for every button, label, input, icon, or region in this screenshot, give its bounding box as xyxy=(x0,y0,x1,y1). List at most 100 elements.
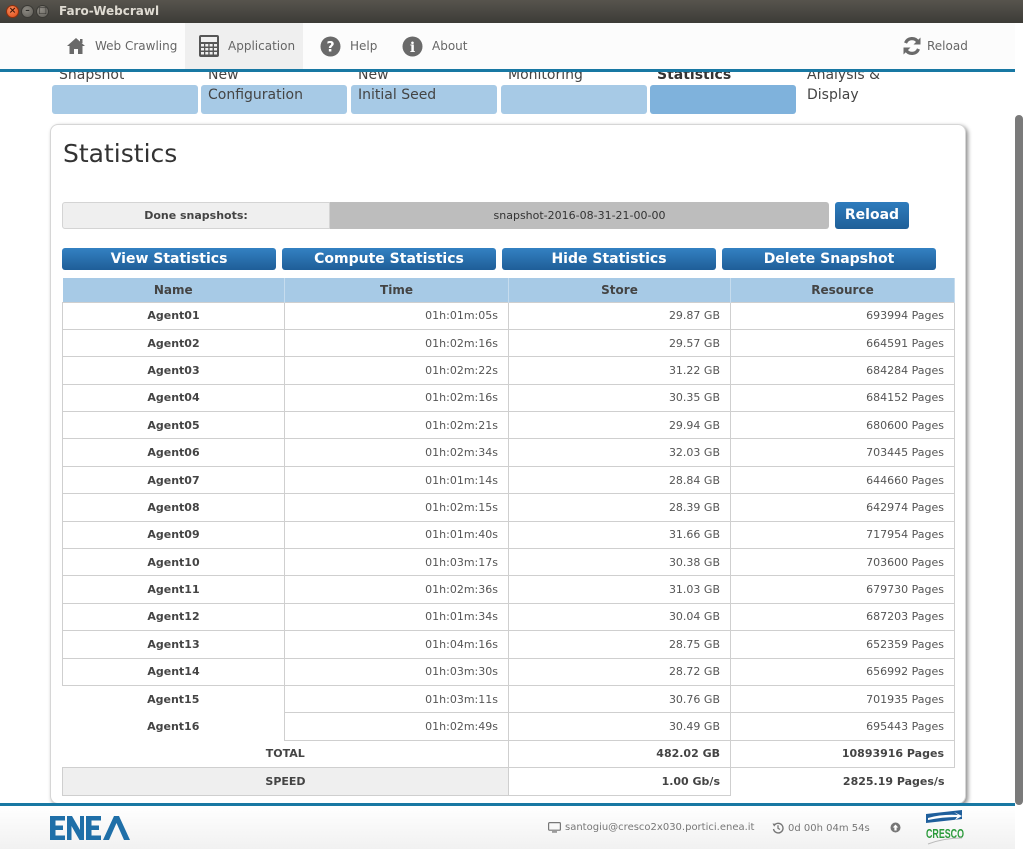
agent-name-cell: Agent01 xyxy=(62,301,285,330)
uptime-info: 0d 00h 04m 54s xyxy=(772,822,870,834)
monitor-icon xyxy=(548,822,561,833)
store-cell: 29.57 GB xyxy=(508,328,731,358)
resource-cell: 642974 Pages xyxy=(730,493,955,522)
agent-name-cell: Agent05 xyxy=(62,411,285,440)
agent-name-cell: Agent09 xyxy=(62,520,285,550)
table-row: Agent15 01h:03m:11s 30.76 GB 701935 Pages xyxy=(62,684,955,714)
top-nav: Web Crawling Application ? Help i About … xyxy=(0,23,1015,69)
agent-name-cell: Agent02 xyxy=(62,328,285,358)
snapshot-selector: Done snapshots: snapshot-2016-08-31-21-0… xyxy=(62,202,829,229)
step-tab-snapshot[interactable]: Snapshot xyxy=(52,72,198,114)
nav-web-crawling[interactable]: Web Crawling xyxy=(66,23,177,69)
resource-cell: 679730 Pages xyxy=(730,575,955,604)
delete-snapshot-button[interactable]: Delete Snapshot xyxy=(722,248,936,270)
nav-label: Reload xyxy=(927,39,968,53)
nav-application[interactable]: Application xyxy=(185,23,303,69)
page-scrollbar[interactable] xyxy=(1015,115,1023,805)
scroll-top-button[interactable] xyxy=(890,822,905,833)
speed-row: SPEED 1.00 Gb/s 2825.19 Pages/s xyxy=(62,767,955,796)
total-row: TOTAL 482.02 GB 10893916 Pages xyxy=(63,739,955,769)
time-cell: 01h:01m:14s xyxy=(284,465,509,495)
time-cell: 01h:02m:16s xyxy=(284,383,509,413)
nav-label: Help xyxy=(350,39,378,53)
table-header-row: Name Time Store Resource xyxy=(62,278,955,302)
nav-label: Application xyxy=(228,39,296,53)
nav-about[interactable]: i About xyxy=(402,23,467,69)
step-tab-analysis-display[interactable]: Analysis & Display xyxy=(800,72,946,114)
agent-name-cell: Agent04 xyxy=(62,383,285,413)
step-tab-statistics[interactable]: Statistics xyxy=(650,72,796,114)
speed-resource: 2825.19 Pages/s xyxy=(842,775,945,789)
time-cell: 01h:01m:34s xyxy=(284,602,509,632)
snapshot-label: Done snapshots: xyxy=(62,202,330,229)
calculator-icon xyxy=(199,35,219,57)
resource-cell: 684152 Pages xyxy=(730,383,955,413)
nav-label: About xyxy=(432,39,468,53)
agent-name-cell: Agent12 xyxy=(62,602,285,632)
enea-logo xyxy=(50,816,130,844)
agent-name-cell: Agent14 xyxy=(62,657,285,686)
window-maximize-button[interactable]: □ xyxy=(36,5,49,18)
nav-reload[interactable]: Reload xyxy=(902,23,968,69)
agent-name-cell: Agent08 xyxy=(62,493,285,522)
time-cell: 01h:02m:15s xyxy=(284,493,509,522)
page-title: Statistics xyxy=(63,139,178,168)
column-header-time: Time xyxy=(284,278,509,302)
question-circle-icon: ? xyxy=(320,36,341,57)
step-tab-new-configuration[interactable]: New Configuration xyxy=(201,72,347,114)
table-row: Agent02 01h:02m:16s 29.57 GB 664591 Pages xyxy=(62,328,955,358)
resource-cell: 656992 Pages xyxy=(730,657,955,686)
resource-cell: 717954 Pages xyxy=(730,520,955,550)
agent-name-cell: Agent10 xyxy=(62,548,285,577)
store-cell: 31.03 GB xyxy=(508,575,731,604)
store-cell: 30.76 GB xyxy=(508,684,731,714)
svg-text:CRESCO: CRESCO xyxy=(926,826,964,841)
window-minimize-button[interactable]: – xyxy=(21,5,34,18)
resource-cell: 695443 Pages xyxy=(730,712,955,741)
resource-cell: 701935 Pages xyxy=(730,684,955,714)
table-row: Agent11 01h:02m:36s 31.03 GB 679730 Pages xyxy=(62,575,955,604)
window-close-button[interactable]: × xyxy=(6,5,19,18)
table-row: Agent03 01h:02m:22s 31.22 GB 684284 Pages xyxy=(62,356,955,385)
view-statistics-button[interactable]: View Statistics xyxy=(62,248,276,270)
agent-name-cell: Agent15 xyxy=(62,685,285,713)
store-cell: 28.75 GB xyxy=(508,630,731,659)
speed-label: SPEED xyxy=(62,767,509,796)
agent-name-cell: Agent07 xyxy=(62,465,285,495)
table-row: Agent04 01h:02m:16s 30.35 GB 684152 Pages xyxy=(62,383,955,413)
store-cell: 30.49 GB xyxy=(508,712,731,741)
statistics-panel: Statistics Done snapshots: snapshot-2016… xyxy=(50,124,966,804)
resource-cell: 664591 Pages xyxy=(730,328,955,358)
arrow-up-circle-icon xyxy=(890,822,901,833)
time-cell: 01h:02m:22s xyxy=(284,356,509,385)
resource-cell: 703445 Pages xyxy=(730,438,955,467)
store-cell: 30.35 GB xyxy=(508,383,731,413)
compute-statistics-button[interactable]: Compute Statistics xyxy=(282,248,496,270)
window-titlebar: × – □ Faro-Webcrawl xyxy=(0,0,1023,23)
store-cell: 32.03 GB xyxy=(508,438,731,467)
time-cell: 01h:02m:34s xyxy=(284,438,509,467)
agent-name-cell: Agent03 xyxy=(62,356,285,385)
column-header-store: Store xyxy=(508,278,731,302)
table-row: Agent08 01h:02m:15s 28.39 GB 642974 Pages xyxy=(62,493,955,522)
store-cell: 30.38 GB xyxy=(508,548,731,577)
resource-cell: 687203 Pages xyxy=(730,602,955,632)
time-cell: 01h:02m:49s xyxy=(284,712,509,741)
resource-cell: 652359 Pages xyxy=(730,630,955,659)
step-tab-monitoring[interactable]: Monitoring xyxy=(501,72,647,114)
nav-label: Web Crawling xyxy=(95,39,178,53)
store-cell: 29.94 GB xyxy=(508,411,731,440)
time-cell: 01h:03m:11s xyxy=(284,684,509,714)
nav-help[interactable]: ? Help xyxy=(320,23,377,69)
time-cell: 01h:02m:36s xyxy=(284,575,509,604)
reload-snapshots-button[interactable]: Reload xyxy=(835,202,909,229)
store-cell: 31.22 GB xyxy=(508,356,731,385)
window-title: Faro-Webcrawl xyxy=(59,4,160,18)
hide-statistics-button[interactable]: Hide Statistics xyxy=(502,248,716,270)
column-header-name: Name xyxy=(62,278,285,302)
table-row: Agent06 01h:02m:34s 32.03 GB 703445 Pages xyxy=(62,438,955,467)
snapshot-select[interactable]: snapshot-2016-08-31-21-00-00 xyxy=(330,202,829,229)
total-label: TOTAL xyxy=(265,747,305,761)
step-tab-new-initial-seed[interactable]: New Initial Seed xyxy=(351,72,497,114)
store-cell: 30.04 GB xyxy=(508,602,731,632)
